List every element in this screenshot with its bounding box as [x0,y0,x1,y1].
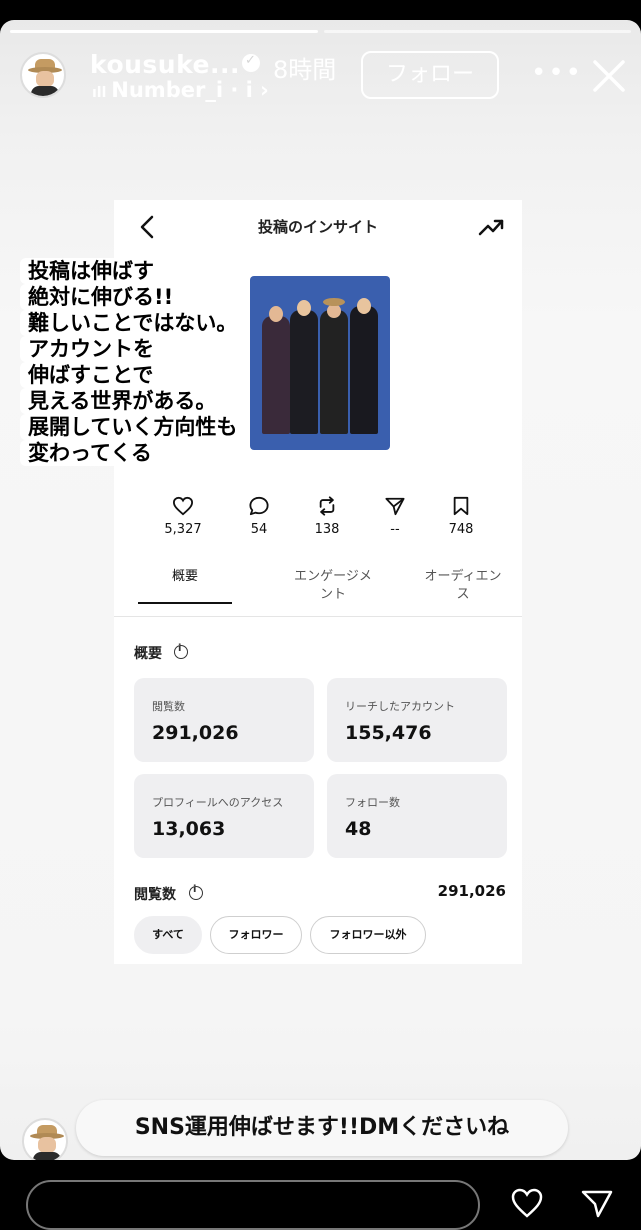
tab-audience[interactable]: オーディエン ス [408,568,518,604]
filter-all[interactable]: すべて [134,916,202,954]
stat-shares: -- [360,496,430,537]
story-text-overlay: 投稿は伸ばす 絶対に伸びる!! 難しいことではない。 アカウントを 伸ばすことで… [20,258,246,466]
comment-icon [249,496,269,516]
username[interactable]: kousuke... [90,50,240,79]
share-icon [385,497,405,516]
reposts-count: 138 [314,522,340,537]
overlay-line: アカウントを [20,336,162,362]
metric-label: プロフィールへのアクセス [152,796,284,809]
likes-count: 5,327 [164,522,202,537]
metric-value: 48 [345,818,372,840]
overlay-line: 投稿は伸ばす [20,258,162,284]
views-heading: 閲覧数 [134,887,176,903]
overlay-line: 見える世界がある。 [20,388,225,414]
metric-label: 閲覧数 [152,700,185,713]
progress-segment [10,30,318,33]
close-icon[interactable] [591,58,627,94]
caption-bubble: SNS運用伸ばせます!!DMくださいね [76,1100,568,1156]
music-label[interactable]: ıll Number_i · i › [92,78,269,102]
insights-tabs: 概要 エンゲージメ ント オーディエン ス [138,556,518,604]
post-stats: 5,327 54 138 -- 748 [140,496,500,546]
send-icon[interactable] [580,1188,614,1218]
bookmark-icon [453,496,469,516]
progress-segment [323,30,631,33]
info-icon[interactable] [174,643,188,659]
views-total: 291,026 [437,882,506,900]
metric-views: 閲覧数 291,026 [134,678,314,762]
music-title: Number_i · i › [111,78,269,102]
metric-label: リーチしたアカウント [345,700,455,713]
stat-comments: 54 [224,496,294,537]
more-options-icon[interactable]: ••• [531,60,583,86]
shares-count: -- [390,522,400,537]
heart-icon [172,496,194,516]
repost-icon [319,496,335,516]
saves-count: 748 [448,522,474,537]
reply-input[interactable] [26,1180,480,1230]
stat-likes: 5,327 [148,496,218,537]
filter-non-followers[interactable]: フォロワー以外 [310,916,426,954]
metric-label: フォロー数 [345,796,400,809]
story-frame: kousuke... 8時間 ıll Number_i · i › フォロー •… [0,20,641,1160]
trend-up-icon [478,219,504,236]
metric-value: 155,476 [345,722,432,744]
insights-header: 投稿のインサイト [114,200,522,254]
post-thumbnail [250,276,390,450]
overlay-line: 絶対に伸びる!! [20,284,182,310]
post-time: 8時間 [273,56,337,84]
metric-profile-visits: プロフィールへのアクセス 13,063 [134,774,314,858]
follow-button[interactable]: フォロー [361,51,499,99]
metric-value: 13,063 [152,818,226,840]
avatar[interactable] [20,52,66,98]
heart-icon[interactable] [510,1188,544,1218]
overlay-line: 難しいことではない。 [20,310,246,336]
verified-badge-icon [242,53,260,72]
stat-saves: 748 [426,496,496,537]
active-tab-indicator [138,602,232,604]
overlay-line: 展開していく方向性も [20,414,246,440]
metric-reach: リーチしたアカウント 155,476 [327,678,507,762]
insights-title: 投稿のインサイト [257,218,378,236]
stat-reposts: 138 [292,496,362,537]
divider [114,616,522,617]
music-bars-icon: ıll [92,85,112,101]
caption-avatar[interactable] [22,1118,68,1160]
overview-heading: 概要 [134,646,162,662]
overlay-line: 変わってくる [20,440,160,466]
comments-count: 54 [250,522,268,537]
metric-follows: フォロー数 48 [327,774,507,858]
tab-overview[interactable]: 概要 [138,568,232,586]
metric-value: 291,026 [152,722,239,744]
tab-engagement[interactable]: エンゲージメ ント [278,568,388,604]
overlay-line: 伸ばすことで [20,362,162,388]
info-icon[interactable] [189,884,203,900]
filter-followers[interactable]: フォロワー [210,916,302,954]
story-progress-bar [10,30,631,33]
